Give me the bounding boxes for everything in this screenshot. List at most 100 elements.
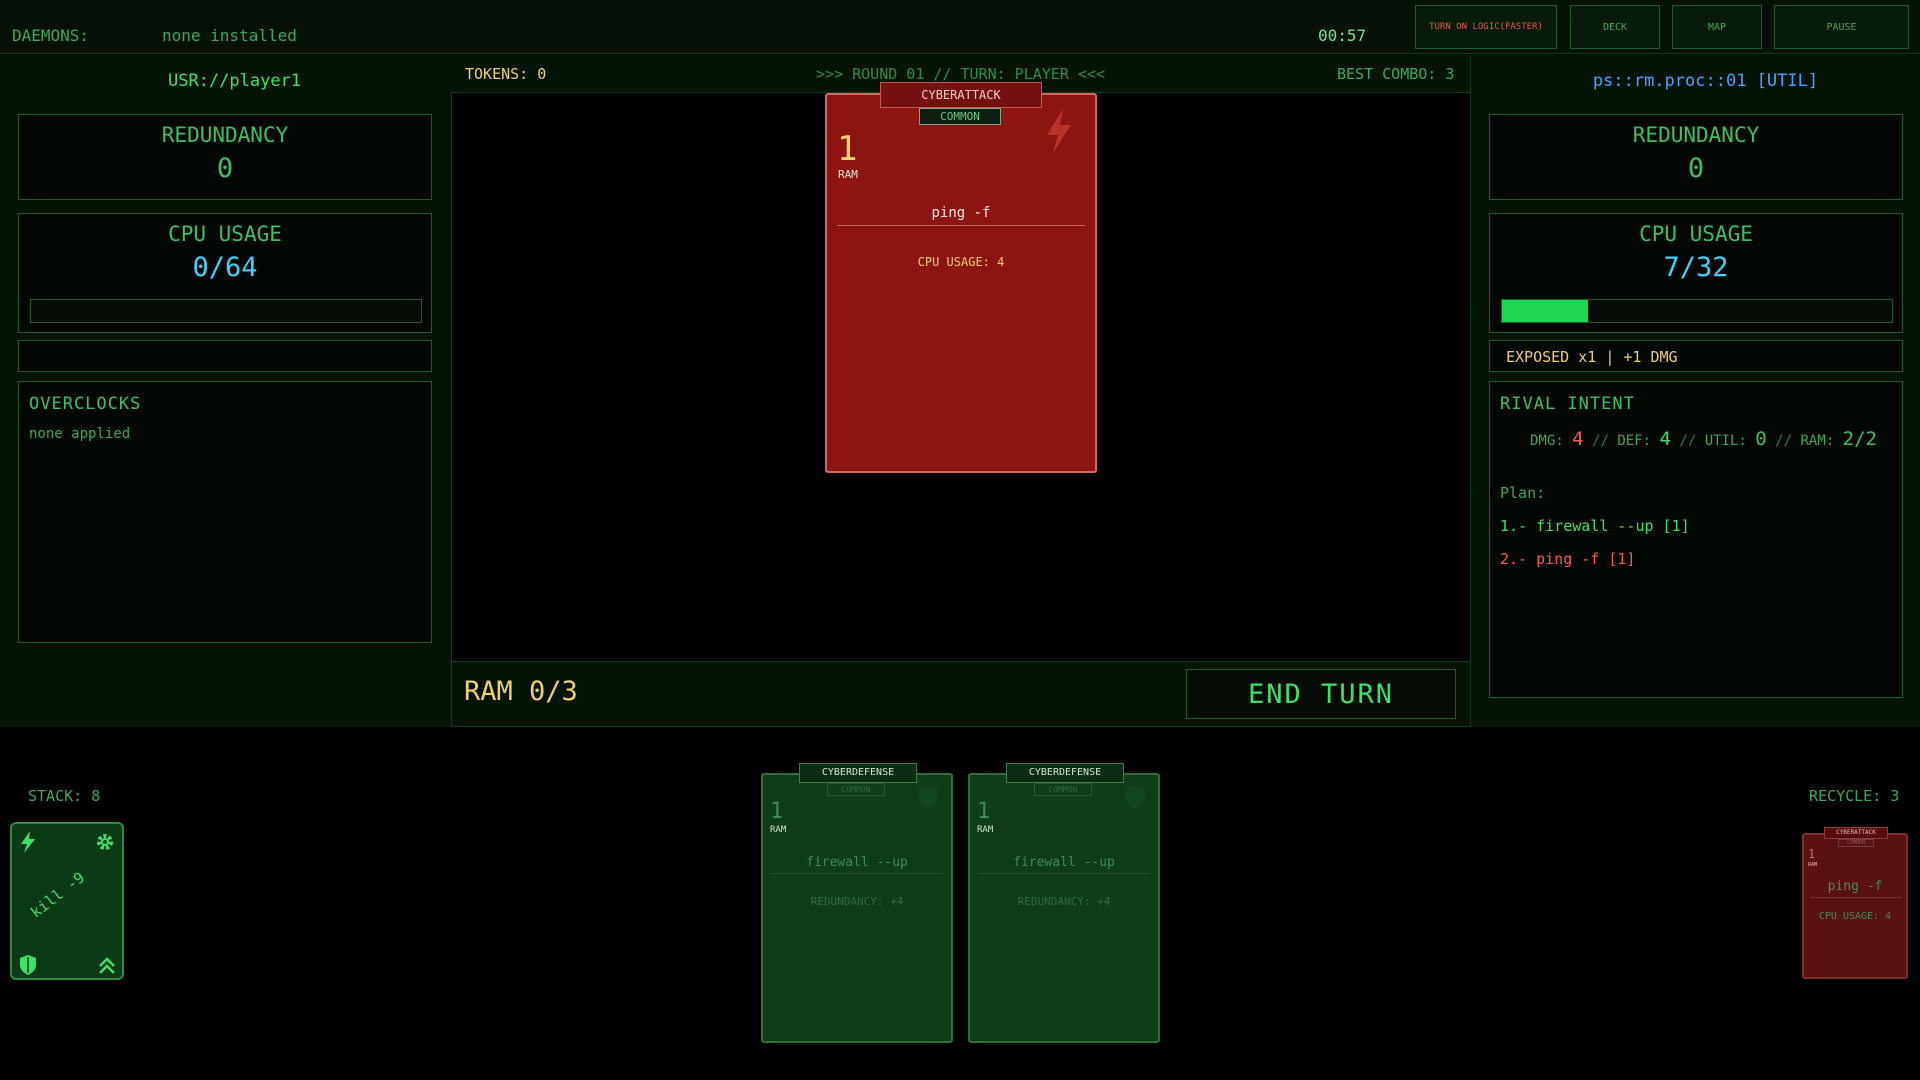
rival-status-box: EXPOSED x1 | +1 DMG	[1489, 340, 1903, 372]
card-rarity: COMMON	[1034, 783, 1092, 796]
card-name: ping -f	[931, 205, 991, 221]
card-cost: 1	[770, 799, 784, 824]
recycle-pile[interactable]: CYBERATTACK COMMON 1 RAM ping -f CPU USA…	[1802, 827, 1908, 979]
card-rarity: COMMON	[919, 108, 1001, 125]
def-label: DEF:	[1617, 433, 1652, 449]
player-cpu-box: CPU USAGE 0/64	[18, 213, 432, 333]
card-divider	[771, 873, 943, 874]
def-value: 4	[1659, 428, 1671, 450]
rival-intent-title: RIVAL INTENT	[1500, 394, 1635, 414]
separator: //	[1679, 433, 1697, 449]
daemons-label: DAEMONS:	[12, 26, 90, 45]
card-effect: CPU USAGE: 4	[917, 255, 1005, 269]
card-name: firewall --up	[806, 855, 908, 870]
player-redundancy-value: 0	[216, 153, 234, 184]
turn-timer: 00:57	[1318, 26, 1367, 45]
card-rarity: COMMON	[827, 783, 885, 796]
recycle-counter: RECYCLE: 3	[1809, 787, 1900, 805]
best-combo: BEST COMBO: 3	[1337, 65, 1455, 83]
rival-cpu-box: CPU USAGE 7/32	[1489, 213, 1903, 333]
shield-icon	[20, 955, 36, 975]
deck-button[interactable]: DECK	[1570, 5, 1660, 49]
chevron-up-icon	[99, 957, 115, 974]
card-divider	[1810, 897, 1902, 898]
card-name: ping -f	[1827, 879, 1883, 894]
card-divider	[978, 873, 1150, 874]
card-effect: REDUNDANCY: +4	[810, 895, 904, 908]
shield-icon	[1125, 785, 1145, 809]
rival-panel: ps::rm.proc::01 [UTIL] REDUNDANCY 0 CPU …	[1470, 55, 1920, 727]
overclocks-title: OVERCLOCKS	[29, 394, 142, 414]
card-cost: 1	[977, 799, 991, 824]
shield-icon	[918, 785, 938, 809]
player-redundancy-box: REDUNDANCY 0	[18, 114, 432, 200]
stack-pile[interactable]: kill -9	[10, 822, 124, 980]
card-cost-label: RAM	[838, 168, 858, 181]
separator: //	[1592, 433, 1609, 449]
cpu-usage-label: CPU USAGE	[168, 222, 282, 246]
lightning-icon	[1047, 109, 1071, 153]
played-card[interactable]: CYBERATTACK COMMON 1 RAM ping -f CPU USA…	[825, 82, 1097, 473]
card-cost: 1	[1808, 847, 1816, 861]
player-panel: USR://player1 REDUNDANCY 0 CPU USAGE 0/6…	[0, 55, 470, 727]
rival-intent-summary: DMG: 4 // DEF: 4 // UTIL: 0 // RAM: 2/2	[1530, 428, 1877, 450]
player-cpu-value: 0/64	[192, 252, 258, 283]
plan-item: 1.- firewall --up [1]	[1500, 517, 1690, 535]
tokens-counter: TOKENS: 0	[465, 65, 547, 83]
logic-speed-button[interactable]: TURN ON LOGIC(FASTER)	[1415, 5, 1557, 49]
player-cpu-bar	[30, 299, 422, 323]
dmg-value: 4	[1572, 428, 1584, 450]
plan-item: 2.- ping -f [1]	[1500, 550, 1636, 568]
dmg-label: DMG:	[1530, 433, 1564, 449]
card-type-tag: CYBERDEFENSE	[799, 763, 917, 783]
overclocks-box: OVERCLOCKS none applied	[18, 381, 432, 643]
card-cost: 1	[837, 129, 858, 169]
redundancy-label: REDUNDANCY	[1632, 123, 1760, 147]
redundancy-label: REDUNDANCY	[161, 123, 289, 147]
separator: //	[1775, 433, 1793, 449]
hand-area: STACK: 8 kill -9 CYBERDEFENSE COMMON 1 R…	[0, 727, 1920, 1080]
card-effect: REDUNDANCY: +4	[1017, 895, 1111, 908]
hand-card[interactable]: CYBERDEFENSE COMMON 1 RAM firewall --up …	[761, 763, 953, 1043]
rival-cpu-value: 7/32	[1663, 252, 1729, 283]
turn-footer: RAM 0/3 END TURN	[451, 661, 1471, 727]
pause-button[interactable]: PAUSE	[1774, 5, 1909, 49]
player-name: USR://player1	[167, 71, 302, 91]
card-effect: CPU USAGE: 4	[1818, 911, 1892, 922]
gear-icon	[97, 834, 113, 850]
plan-label: Plan:	[1500, 484, 1546, 502]
card-divider	[837, 225, 1085, 226]
util-value: 0	[1755, 428, 1767, 450]
card-name: firewall --up	[1013, 855, 1115, 870]
map-button[interactable]: MAP	[1672, 5, 1762, 49]
cpu-usage-label: CPU USAGE	[1639, 222, 1753, 246]
rival-cpu-bar	[1501, 299, 1893, 323]
card-type-tag: CYBERATTACK	[880, 82, 1042, 108]
rival-redundancy-value: 0	[1687, 153, 1705, 184]
rival-intent-box: RIVAL INTENT DMG: 4 // DEF: 4 // UTIL: 0…	[1489, 381, 1903, 698]
hand-card[interactable]: CYBERDEFENSE COMMON 1 RAM firewall --up …	[968, 763, 1160, 1043]
end-turn-button[interactable]: END TURN	[1186, 669, 1456, 719]
card-type-tag: CYBERATTACK	[1824, 827, 1888, 839]
rival-status-text: EXPOSED x1 | +1 DMG	[1506, 348, 1678, 366]
ram-label: RAM:	[1800, 433, 1835, 449]
play-arena: CYBERATTACK COMMON 1 RAM ping -f CPU USA…	[451, 82, 1471, 661]
stack-card-text: kill -9	[27, 868, 89, 922]
rival-redundancy-box: REDUNDANCY 0	[1489, 114, 1903, 200]
util-label: UTIL:	[1704, 433, 1747, 449]
card-type-tag: CYBERDEFENSE	[1006, 763, 1124, 783]
stack-counter: STACK: 8	[28, 787, 101, 805]
rival-name: ps::rm.proc::01 [UTIL]	[1592, 71, 1819, 91]
rival-cpu-bar-fill	[1502, 300, 1588, 322]
card-cost-label: RAM	[770, 825, 787, 835]
top-bar: DAEMONS: none installed 00:57 TURN ON LO…	[0, 0, 1920, 54]
daemons-value: none installed	[162, 26, 297, 45]
ram-value: 2/2	[1842, 428, 1877, 450]
lightning-icon	[21, 831, 35, 853]
player-status-box	[18, 340, 432, 372]
overclocks-value: none applied	[29, 426, 131, 442]
round-banner: >>> ROUND 01 // TURN: PLAYER <<<	[816, 65, 1105, 83]
card-rarity: COMMON	[1838, 839, 1874, 847]
card-cost-label: RAM	[1808, 862, 1818, 868]
ram-counter: RAM 0/3	[464, 676, 578, 707]
